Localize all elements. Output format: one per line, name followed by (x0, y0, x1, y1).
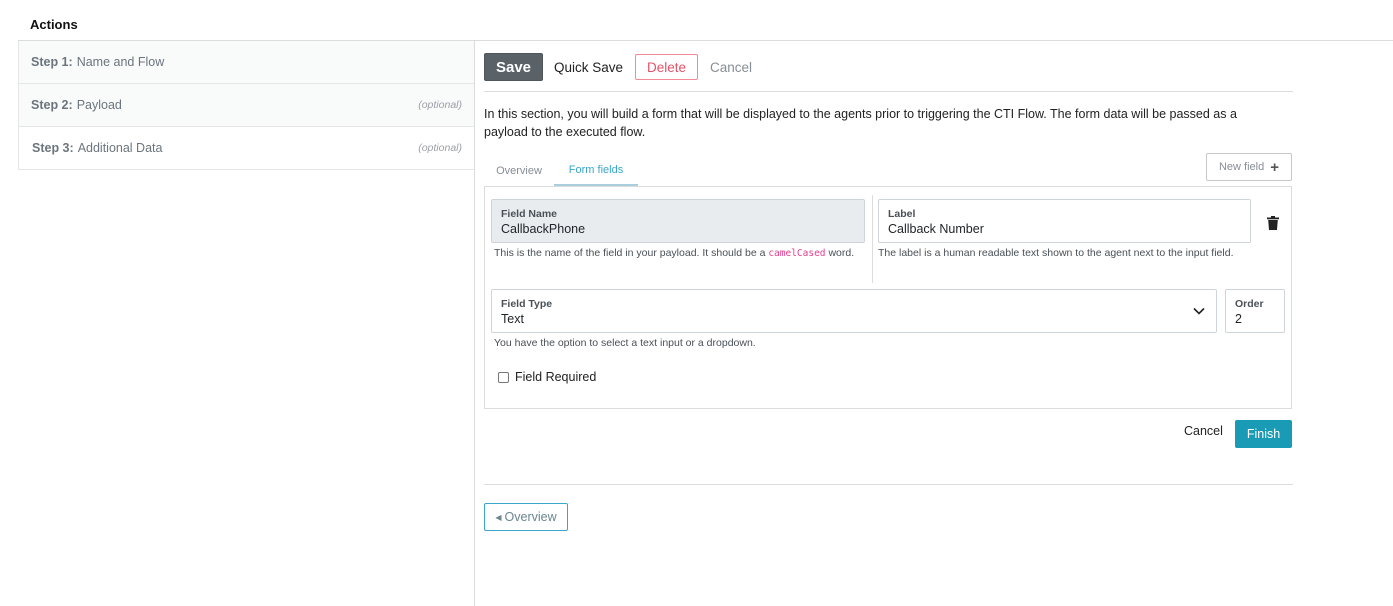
step-optional: (optional) (418, 142, 462, 154)
step-number: Step 3: (32, 141, 74, 155)
help-text: This is the name of the field in your pa… (494, 247, 769, 259)
field-type-help: You have the option to select a text inp… (494, 337, 756, 349)
finish-button[interactable]: Finish (1235, 420, 1292, 448)
field-name-input[interactable]: Field Name CallbackPhone (491, 199, 865, 243)
plus-icon: + (1270, 158, 1279, 176)
section-description: In this section, you will build a form t… (484, 107, 1237, 139)
field-name-help: This is the name of the field in your pa… (494, 245, 866, 262)
trash-icon[interactable] (1267, 216, 1279, 230)
back-label: Overview (504, 510, 557, 524)
field-required-label[interactable]: Field Required (515, 370, 596, 384)
new-field-button[interactable]: New field + (1206, 153, 1292, 181)
cancel-button[interactable]: Cancel (710, 60, 752, 75)
step-number: Step 1: (31, 55, 73, 69)
main-content: Save Quick Save Delete Cancel In this se… (484, 53, 1294, 531)
step-text: Step 3: Additional Data (32, 141, 162, 155)
field-type-value: Text (501, 312, 524, 326)
label-input[interactable]: Label Callback Number (878, 199, 1251, 243)
order-input[interactable]: Order 2 (1225, 289, 1285, 333)
delete-button[interactable]: Delete (635, 54, 699, 80)
column-divider (872, 195, 873, 283)
step-payload[interactable]: Step 2: Payload (optional) (18, 84, 474, 127)
field-required-row: Field Required (498, 370, 596, 384)
help-text: word. (825, 247, 855, 259)
order-label: Order (1235, 298, 1264, 310)
step-name-and-flow[interactable]: Step 1: Name and Flow (18, 41, 474, 84)
step-label: Additional Data (77, 141, 163, 155)
step-text: Step 1: Name and Flow (31, 55, 164, 69)
cancel-field-button[interactable]: Cancel (1184, 424, 1223, 438)
field-required-checkbox[interactable] (498, 371, 509, 383)
label-field-label: Label (888, 208, 916, 220)
step-optional: (optional) (418, 99, 462, 111)
tab-form-fields[interactable]: Form fields (554, 156, 638, 186)
new-field-label: New field (1218, 161, 1265, 173)
caret-left-icon: ◀ (495, 512, 502, 522)
step-label: Name and Flow (76, 55, 165, 69)
field-type-select[interactable]: Field Type Text (491, 289, 1217, 333)
order-value: 2 (1235, 312, 1242, 326)
label-field-value: Callback Number (888, 222, 984, 236)
toolbar-divider (484, 91, 1293, 92)
tab-overview[interactable]: Overview (484, 156, 554, 186)
step-text: Step 2: Payload (31, 98, 122, 112)
save-button[interactable]: Save (484, 53, 543, 81)
steps-sidebar: Step 1: Name and Flow Step 2: Payload (opt… (18, 41, 474, 170)
code-hint: camelCased (768, 248, 826, 259)
chevron-down-icon (1193, 307, 1205, 315)
sidebar-divider (474, 41, 475, 606)
page-title: Actions (30, 17, 78, 32)
tab-bar: Overview Form fields New field + (484, 153, 1292, 186)
label-help: The label is a human readable text shown… (878, 247, 1234, 259)
step-additional-data[interactable]: Step 3: Additional Data (optional) (18, 127, 474, 170)
quick-save-button[interactable]: Quick Save (554, 56, 623, 79)
field-name-label: Field Name (501, 208, 558, 220)
footer-divider (484, 484, 1293, 485)
step-number: Step 2: (31, 98, 73, 112)
field-name-value: CallbackPhone (501, 222, 586, 236)
step-label: Payload (76, 98, 122, 112)
field-type-label: Field Type (501, 298, 553, 310)
toolbar: Save Quick Save Delete Cancel (484, 53, 1294, 81)
back-to-overview-button[interactable]: ◀ Overview (484, 503, 568, 531)
form-field-panel: Field Name CallbackPhone This is the nam… (484, 186, 1292, 409)
